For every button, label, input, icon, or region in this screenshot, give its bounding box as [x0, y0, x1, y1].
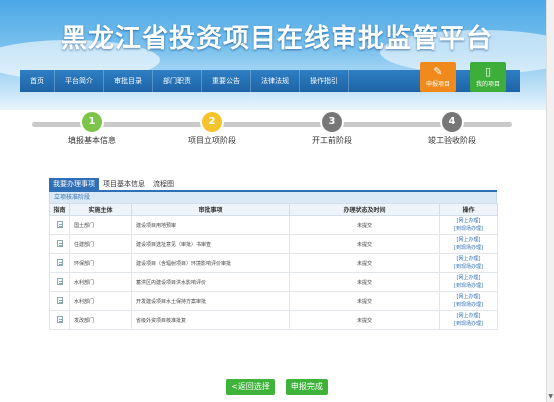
row-dept: 环保部门 [69, 253, 132, 273]
stage-title: 立项核准阶段 [49, 192, 497, 203]
approval-table: 指南 实施主体 审批事项 办理状态及时间 操作 国土部门 建设项目用地预审 未提… [49, 203, 498, 330]
online-handle-link[interactable]: [网上办理] [440, 293, 497, 301]
step-1: 1 填报基本信息 [32, 112, 152, 146]
table-row: 水利部门 蓄洪区内建设项目洪水影响评价 未提交 [网上办理] [到现场办理] [49, 272, 498, 292]
row-item: 建设项目（含辐射项目）环境影响评价审批 [131, 253, 290, 273]
onsite-handle-link[interactable]: [到现场办理] [440, 263, 497, 271]
table-row: 发改部门 省级外资项目核准批复 未提交 [网上办理] [到现场办理] [49, 310, 498, 330]
row-item: 建设项目选址意见（审批）书审查 [131, 234, 290, 254]
online-handle-link[interactable]: [网上办理] [440, 217, 497, 225]
page-title: 黑龙江省投资项目在线审批监管平台 [60, 24, 493, 54]
tab-project-info[interactable]: 项目基本信息 [99, 178, 149, 190]
row-status: 未提交 [289, 253, 440, 273]
doc-icon[interactable] [56, 277, 63, 285]
step-1-label: 填报基本信息 [68, 136, 116, 145]
row-status: 未提交 [289, 310, 440, 330]
row-item: 省级外资项目核准批复 [131, 310, 290, 330]
step-4-label: 竣工验收阶段 [428, 136, 476, 145]
row-dept: 发改部门 [69, 310, 132, 330]
row-item: 蓄洪区内建设项目洪水影响评价 [131, 272, 290, 292]
my-projects-button[interactable]: ▯ 我的项目 [470, 62, 506, 92]
nav-item-duties[interactable]: 部门职责 [153, 70, 202, 92]
row-status: 未提交 [289, 215, 440, 235]
nav-item-home[interactable]: 首页 [20, 70, 55, 92]
doc-icon[interactable] [56, 220, 63, 228]
step-2-circle: 2 [202, 112, 222, 132]
tab-flowchart[interactable]: 流程图 [149, 178, 178, 190]
apply-project-button[interactable]: ✎ 申报项目 [420, 62, 456, 92]
task-panel: 我要办理事项 项目基本信息 流程图 立项核准阶段 指南 实施主体 审批事项 办理… [49, 178, 498, 368]
action-buttons: <返回选择 申报完成 [0, 374, 554, 395]
table-row: 住建部门 建设项目选址意见（审批）书审查 未提交 [网上办理] [到现场办理] [49, 234, 498, 254]
nav-item-intro[interactable]: 平台简介 [55, 70, 104, 92]
document-icon: ▯ [484, 65, 492, 78]
row-item: 建设项目用地预审 [131, 215, 290, 235]
back-button[interactable]: <返回选择 [226, 379, 275, 395]
step-1-circle: 1 [82, 112, 102, 132]
doc-icon[interactable] [56, 315, 63, 323]
online-handle-link[interactable]: [网上办理] [440, 312, 497, 320]
doc-icon[interactable] [56, 258, 63, 266]
col-header-item: 审批事项 [131, 203, 290, 216]
row-item: 开发建设项目水土保持方案审批 [131, 291, 290, 311]
chevron-down-icon[interactable]: ▼ [548, 393, 553, 400]
onsite-handle-link[interactable]: [到现场办理] [440, 282, 497, 290]
table-header-row: 指南 实施主体 审批事项 办理状态及时间 操作 [49, 203, 498, 216]
nav-item-catalog[interactable]: 审批目录 [104, 70, 153, 92]
online-handle-link[interactable]: [网上办理] [440, 236, 497, 244]
step-3-circle: 3 [322, 112, 342, 132]
finish-button[interactable]: 申报完成 [285, 379, 328, 395]
col-header-status: 办理状态及时间 [289, 203, 440, 216]
step-3: 3 开工前阶段 [272, 112, 392, 146]
onsite-handle-link[interactable]: [到现场办理] [440, 225, 497, 233]
step-2-label: 项目立项阶段 [188, 136, 236, 145]
header-banner: 黑龙江省投资项目在线审批监管平台 [0, 0, 554, 110]
table-row: 国土部门 建设项目用地预审 未提交 [网上办理] [到现场办理] [49, 215, 498, 235]
nav-item-laws[interactable]: 法律法规 [251, 70, 300, 92]
step-2: 2 项目立项阶段 [152, 112, 272, 146]
col-header-dept: 实施主体 [69, 203, 132, 216]
my-projects-label: 我的项目 [475, 81, 500, 88]
row-dept: 国土部门 [69, 215, 132, 235]
row-dept: 住建部门 [69, 234, 132, 254]
edit-icon: ✎ [433, 65, 443, 78]
col-header-guide: 指南 [49, 203, 70, 216]
col-header-op: 操作 [439, 203, 498, 216]
online-handle-link[interactable]: [网上办理] [440, 255, 497, 263]
table-row: 水利部门 开发建设项目水土保持方案审批 未提交 [网上办理] [到现场办理] [49, 291, 498, 311]
online-handle-link[interactable]: [网上办理] [440, 274, 497, 282]
step-4: 4 竣工验收阶段 [392, 112, 512, 146]
step-4-circle: 4 [442, 112, 462, 132]
nav-item-notices[interactable]: 重要公告 [202, 70, 251, 92]
doc-icon[interactable] [56, 239, 63, 247]
onsite-handle-link[interactable]: [到现场办理] [440, 320, 497, 328]
row-dept: 水利部门 [69, 291, 132, 311]
table-row: 环保部门 建设项目（含辐射项目）环境影响评价审批 未提交 [网上办理] [到现场办… [49, 253, 498, 273]
onsite-handle-link[interactable]: [到现场办理] [440, 244, 497, 252]
row-status: 未提交 [289, 291, 440, 311]
nav-item-guide[interactable]: 操作指引 [300, 70, 349, 92]
progress-steps: 1 填报基本信息 2 项目立项阶段 3 开工前阶段 4 竣工验收阶段 [32, 112, 512, 152]
doc-icon[interactable] [56, 296, 63, 304]
row-status: 未提交 [289, 234, 440, 254]
step-3-label: 开工前阶段 [312, 136, 352, 145]
vertical-scrollbar[interactable]: ▼ [546, 0, 554, 402]
tab-my-tasks[interactable]: 我要办理事项 [49, 178, 99, 190]
row-status: 未提交 [289, 272, 440, 292]
apply-project-label: 申报项目 [425, 81, 450, 88]
onsite-handle-link[interactable]: [到现场办理] [440, 301, 497, 309]
row-dept: 水利部门 [69, 272, 132, 292]
tab-bar: 我要办理事项 项目基本信息 流程图 [49, 178, 497, 190]
